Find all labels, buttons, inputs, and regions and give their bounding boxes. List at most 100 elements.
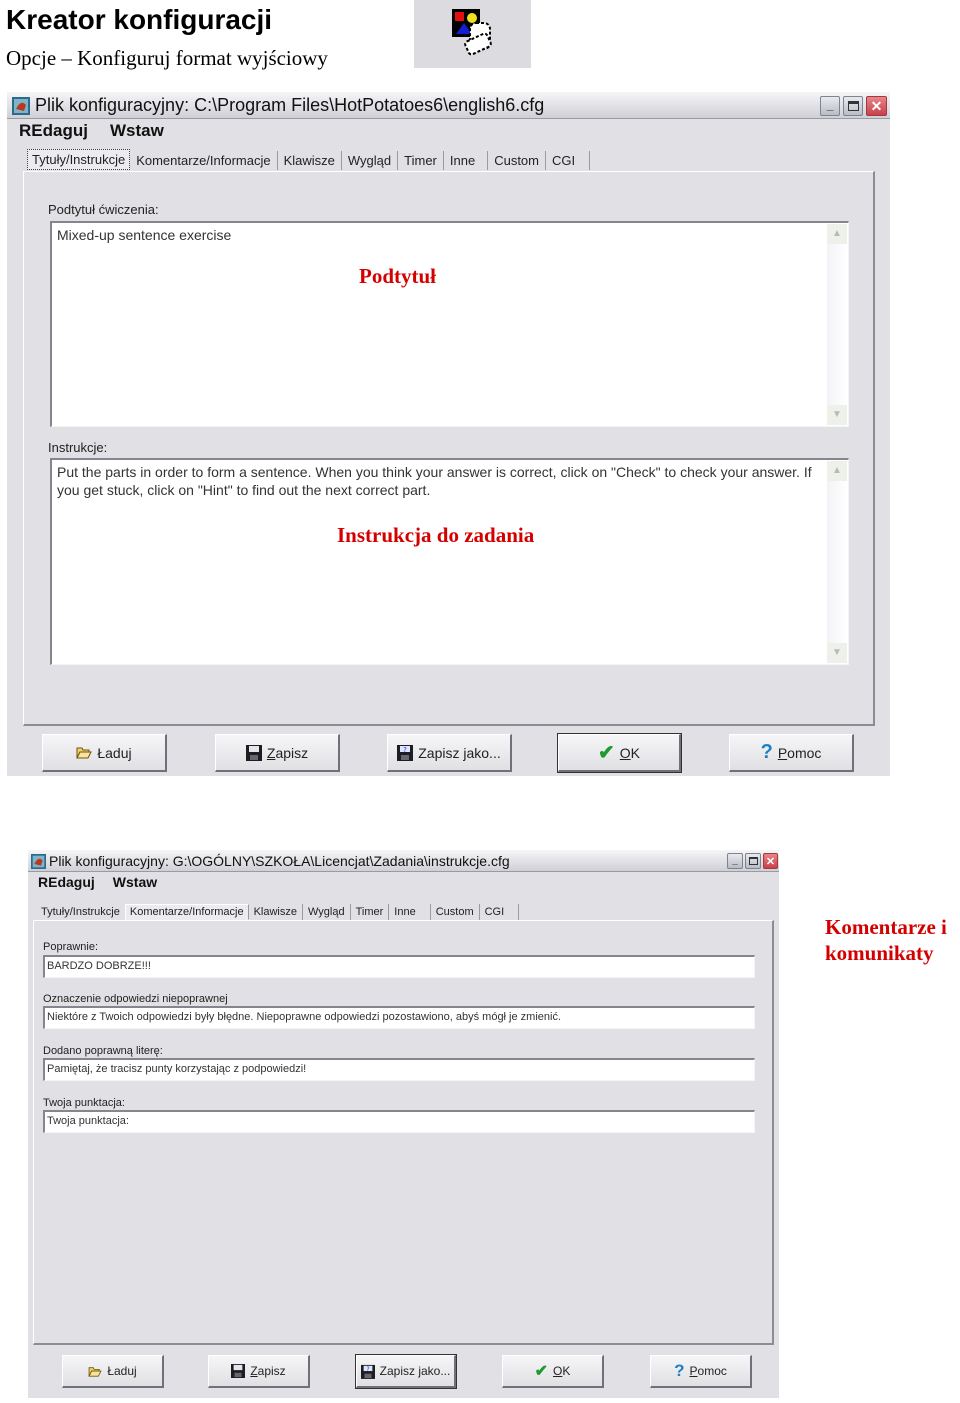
instructions-label: Instrukcje: xyxy=(48,440,108,455)
close-button[interactable]: ✕ xyxy=(763,853,778,869)
correct-label: Poprawnie: xyxy=(43,941,99,953)
tab-titles-instructions[interactable]: Tytuły/Instrukcje xyxy=(27,149,131,170)
tab-timer[interactable]: Timer xyxy=(398,151,444,170)
subtitle-text: Mixed-up sentence exercise xyxy=(57,227,232,243)
close-icon: ✕ xyxy=(870,97,883,114)
incorrect-label: Oznaczenie odpowiedzi niepoprawnej xyxy=(43,993,228,1005)
annotation-feedback-line2: komunikaty xyxy=(825,941,934,965)
score-label: Twoja punktacja: xyxy=(43,1097,125,1109)
question-mark-icon: ? xyxy=(760,741,773,763)
page-subtitle: Opcje – Konfiguruj format wyjściowy xyxy=(6,46,328,70)
tab-custom[interactable]: Custom xyxy=(488,151,546,170)
close-button[interactable]: ✕ xyxy=(866,96,887,116)
save-as-label: Zapisz jako... xyxy=(418,744,501,761)
window-titlebar[interactable]: Plik konfiguracyjny: G:\OGÓLNY\SZKOŁA\Li… xyxy=(28,850,779,872)
maximize-button[interactable] xyxy=(745,853,761,869)
tab-appearance[interactable]: Wygląd xyxy=(342,151,399,170)
floppy-disk-icon xyxy=(245,744,262,761)
svg-text:?: ? xyxy=(366,1366,369,1373)
incorrect-input[interactable]: Niektóre z Twoich odpowiedzi były błędne… xyxy=(43,1006,755,1029)
load-label: Ładuj xyxy=(97,744,132,761)
subtitle-textarea[interactable]: Mixed-up sentence exercise ▲ ▼ xyxy=(50,221,849,427)
save-as-button[interactable]: ? Zapisz jako... xyxy=(355,1354,457,1389)
menu-edit[interactable]: REdaguj xyxy=(38,874,95,890)
help-label: Pomoc xyxy=(689,1364,727,1378)
scroll-down-icon[interactable]: ▼ xyxy=(827,643,847,663)
save-as-button[interactable]: ? Zapisz jako... xyxy=(387,734,512,772)
subtitle-scrollbar[interactable]: ▲ ▼ xyxy=(827,224,847,425)
maximize-icon xyxy=(844,97,862,115)
minimize-button[interactable]: _ xyxy=(727,853,743,869)
minimize-icon: _ xyxy=(732,855,738,866)
save-button[interactable]: Zapisz xyxy=(208,1355,310,1388)
hint-letter-label: Dodano poprawną literę: xyxy=(43,1045,163,1057)
subtitle-label: Podtytuł ćwiczenia: xyxy=(48,202,159,217)
correct-input[interactable]: BARDZO DOBRZE!!! xyxy=(43,955,755,978)
tab-cgi[interactable]: CGI xyxy=(480,904,520,920)
window-title: Plik konfiguracyjny: G:\OGÓLNY\SZKOŁA\Li… xyxy=(49,853,510,869)
svg-text:?: ? xyxy=(403,746,407,754)
tab-feedback[interactable]: Komentarze/Informacje xyxy=(124,904,249,920)
help-button[interactable]: ? Pomoc xyxy=(650,1355,752,1388)
menu-insert[interactable]: Wstaw xyxy=(113,874,157,890)
ok-label: OK xyxy=(553,1364,571,1378)
question-mark-icon: ? xyxy=(674,1361,685,1380)
checkmark-icon: ✔ xyxy=(534,1363,549,1380)
load-button[interactable]: Ładuj xyxy=(62,1355,164,1388)
help-label: Pomoc xyxy=(777,744,822,761)
menu-edit[interactable]: REdaguj xyxy=(19,121,88,141)
window-title: Plik konfiguracyjny: C:\Program Files\Ho… xyxy=(35,95,545,115)
maximize-icon xyxy=(746,854,760,868)
scroll-down-icon[interactable]: ▼ xyxy=(827,405,847,425)
minimize-button[interactable]: _ xyxy=(820,96,840,116)
tab-buttons[interactable]: Klawisze xyxy=(278,151,342,170)
hint-letter-input[interactable]: Pamiętaj, że tracisz punty korzystając z… xyxy=(43,1058,755,1081)
save-label: Zapisz xyxy=(266,744,309,761)
floppy-disk-save-as-icon: ? xyxy=(397,744,414,761)
instructions-scrollbar[interactable]: ▲ ▼ xyxy=(827,461,847,663)
tab-cgi[interactable]: CGI xyxy=(546,151,591,170)
folder-open-icon xyxy=(88,1366,102,1377)
ok-label: OK xyxy=(619,744,640,761)
save-label: Zapisz xyxy=(250,1364,286,1378)
app-icon xyxy=(12,97,30,120)
annotation-feedback-line1: Komentarze i xyxy=(825,915,947,939)
menu-bar: REdaguj Wstaw xyxy=(38,874,157,890)
tab-feedback[interactable]: Komentarze/Informacje xyxy=(130,151,278,170)
tab-strip: Tytuły/Instrukcje Komentarze/Informacje … xyxy=(36,900,520,920)
tab-appearance[interactable]: Wygląd xyxy=(303,904,351,920)
instructions-textarea[interactable]: Put the parts in order to form a sentenc… xyxy=(50,458,849,665)
minimize-icon: _ xyxy=(826,98,834,112)
maximize-button[interactable] xyxy=(843,96,863,116)
tab-titles-instructions[interactable]: Tytuły/Instrukcje xyxy=(36,904,125,920)
tab-other[interactable]: Inne xyxy=(389,904,431,920)
scroll-up-icon[interactable]: ▲ xyxy=(827,461,847,481)
config-window-titles: Plik konfiguracyjny: C:\Program Files\Ho… xyxy=(7,92,890,776)
close-icon: ✕ xyxy=(765,855,776,868)
window-titlebar[interactable]: Plik konfiguracyjny: C:\Program Files\Ho… xyxy=(7,92,890,119)
tab-strip: Tytuły/Instrukcje Komentarze/Informacje … xyxy=(27,148,591,170)
page-title: Kreator konfiguracji xyxy=(6,4,273,35)
annotation-instructions: Instrukcja do zadania xyxy=(337,523,535,547)
ok-button[interactable]: ✔ OK xyxy=(502,1355,604,1388)
config-window-feedback: Plik konfiguracyjny: G:\OGÓLNY\SZKOŁA\Li… xyxy=(28,850,779,1398)
scroll-up-icon[interactable]: ▲ xyxy=(827,224,847,244)
load-label: Ładuj xyxy=(107,1364,137,1378)
folder-open-icon xyxy=(76,746,93,759)
save-as-label: Zapisz jako... xyxy=(379,1364,451,1378)
menu-bar: REdaguj Wstaw xyxy=(19,121,164,141)
annotation-subtitle: Podtytuł xyxy=(359,264,437,288)
floppy-disk-icon xyxy=(231,1364,246,1378)
tab-buttons[interactable]: Klawisze xyxy=(249,904,303,920)
ok-button[interactable]: ✔ OK xyxy=(557,733,682,773)
help-button[interactable]: ? Pomoc xyxy=(729,734,854,772)
instructions-text: Put the parts in order to form a sentenc… xyxy=(57,464,812,498)
load-button[interactable]: Ładuj xyxy=(42,734,167,772)
config-wizard-logo xyxy=(414,0,531,68)
tab-custom[interactable]: Custom xyxy=(431,904,480,920)
menu-insert[interactable]: Wstaw xyxy=(110,121,164,141)
save-button[interactable]: Zapisz xyxy=(215,734,340,772)
tab-timer[interactable]: Timer xyxy=(351,904,390,920)
score-input[interactable]: Twoja punktacja: xyxy=(43,1110,755,1133)
tab-other[interactable]: Inne xyxy=(444,151,489,170)
